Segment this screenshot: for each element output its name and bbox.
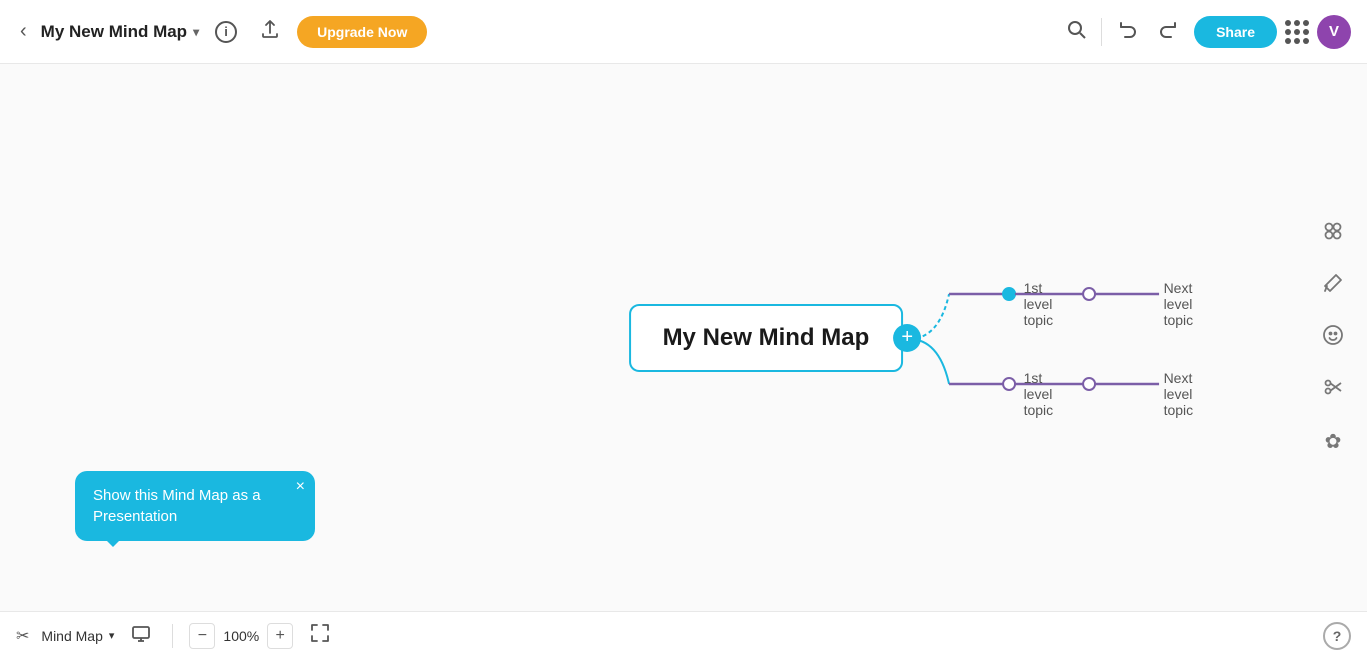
title-text: My New Mind Map xyxy=(41,22,187,42)
paint-button[interactable] xyxy=(1315,268,1351,304)
zoom-controls: − 100% + xyxy=(189,623,293,649)
center-node-text: My New Mind Map xyxy=(663,324,870,351)
scissors-rt-icon xyxy=(1322,376,1344,403)
fullscreen-button[interactable] xyxy=(305,621,335,651)
mindmap-mode-selector[interactable]: Mind Map ▾ xyxy=(41,628,114,644)
help-button[interactable]: ? xyxy=(1323,622,1351,650)
undo-icon xyxy=(1117,19,1137,44)
emoji-icon xyxy=(1322,324,1344,351)
paint-icon xyxy=(1322,272,1344,299)
center-node[interactable]: My New Mind Map + xyxy=(629,304,904,372)
zoom-in-button[interactable]: + xyxy=(267,623,293,649)
top-level1-label: 1st level topic xyxy=(1024,280,1054,328)
bottom-level1-label: 1st level topic xyxy=(1024,370,1054,418)
top-next-label: Next level topic xyxy=(1164,280,1194,328)
upload-icon xyxy=(259,18,281,45)
fullscreen-icon xyxy=(311,624,329,647)
tooltip-bubble: Show this Mind Map as a Presentation × xyxy=(75,471,315,541)
header-right: Share V xyxy=(1059,15,1351,49)
scissors-bottom-icon: ✂ xyxy=(16,626,29,646)
right-toolbar: ✿ xyxy=(1315,216,1351,460)
header: ‹ My New Mind Map ▾ i Upgrade Now xyxy=(0,0,1367,64)
upgrade-button[interactable]: Upgrade Now xyxy=(297,16,427,48)
redo-icon xyxy=(1159,19,1179,44)
redo-button[interactable] xyxy=(1152,15,1186,49)
presentation-button[interactable] xyxy=(126,621,156,651)
integrations-icon: ✿ xyxy=(1325,429,1342,454)
share-button[interactable]: Share xyxy=(1194,16,1277,48)
divider xyxy=(1101,18,1102,46)
add-icon: + xyxy=(901,326,913,349)
zoom-out-button[interactable]: − xyxy=(189,623,215,649)
upload-button[interactable] xyxy=(253,15,287,49)
tooltip-text: Show this Mind Map as a Presentation xyxy=(93,487,261,525)
presentation-icon xyxy=(131,623,151,648)
back-button[interactable]: ‹ xyxy=(16,16,31,47)
bottom-toolbar: ✂ Mind Map ▾ − 100% + ? xyxy=(0,611,1367,659)
info-icon: i xyxy=(215,21,237,43)
search-button[interactable] xyxy=(1059,15,1093,49)
emoji-button[interactable] xyxy=(1315,320,1351,356)
groups-button[interactable] xyxy=(1315,216,1351,252)
canvas: My New Mind Map + 1st level topic Next l… xyxy=(0,64,1367,611)
search-icon xyxy=(1066,19,1086,44)
info-button[interactable]: i xyxy=(209,15,243,49)
mode-label: Mind Map xyxy=(41,628,102,644)
mindmap-area: My New Mind Map + 1st level topic Next l… xyxy=(629,304,904,372)
integrations-button[interactable]: ✿ xyxy=(1315,424,1351,460)
add-node-button[interactable]: + xyxy=(893,324,921,352)
mode-chevron-icon: ▾ xyxy=(109,629,115,642)
header-left: ‹ My New Mind Map ▾ i Upgrade Now xyxy=(16,15,1059,49)
apps-grid-icon[interactable] xyxy=(1285,20,1309,44)
title-chevron-icon: ▾ xyxy=(193,25,199,39)
tooltip-close-button[interactable]: × xyxy=(296,479,305,495)
bottom-next-label: Next level topic xyxy=(1164,370,1194,418)
groups-icon xyxy=(1322,220,1344,247)
avatar[interactable]: V xyxy=(1317,15,1351,49)
undo-button[interactable] xyxy=(1110,15,1144,49)
center-node-box: My New Mind Map xyxy=(629,304,904,372)
back-icon: ‹ xyxy=(20,20,27,43)
document-title[interactable]: My New Mind Map ▾ xyxy=(41,22,199,42)
divider2 xyxy=(172,624,173,648)
zoom-level-text: 100% xyxy=(223,628,259,644)
scissors-rt-button[interactable] xyxy=(1315,372,1351,408)
